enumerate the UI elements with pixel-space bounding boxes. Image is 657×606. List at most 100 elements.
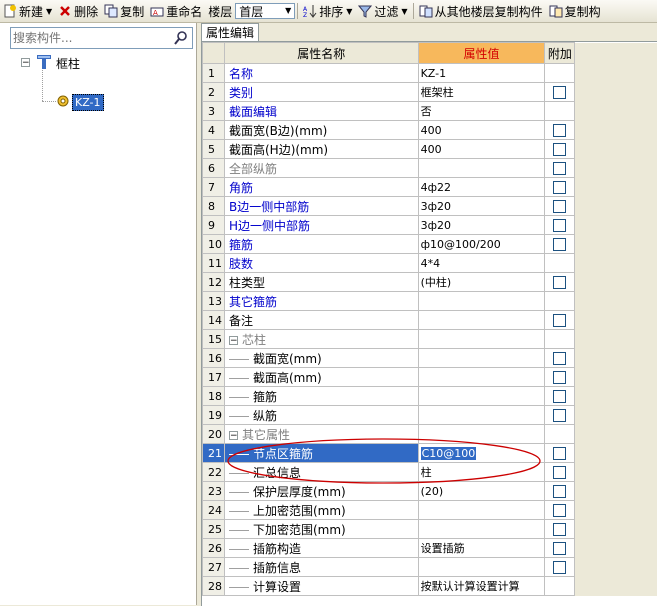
table-row[interactable]: 24上加密范围(mm) (203, 501, 657, 520)
property-value-cell[interactable]: 按默认计算设置计算 (418, 577, 545, 596)
table-row[interactable]: 18箍筋 (203, 387, 657, 406)
property-name-cell[interactable]: 下加密范围(mm) (224, 520, 418, 539)
header-property-value[interactable]: 属性值 (418, 43, 545, 64)
property-name-cell[interactable]: 类别 (224, 83, 418, 102)
table-row[interactable]: 7角筋4ф22 (203, 178, 657, 197)
table-row[interactable]: 5截面高(H边)(mm)400 (203, 140, 657, 159)
extra-checkbox[interactable] (553, 466, 566, 479)
copy-from-floor-button[interactable]: 从其他楼层复制构件 (416, 1, 546, 21)
extra-checkbox[interactable] (553, 542, 566, 555)
property-value-cell[interactable] (418, 159, 545, 178)
table-row[interactable]: 17截面高(mm) (203, 368, 657, 387)
tree-item-kz-1[interactable]: KZ-1 (72, 94, 104, 111)
table-row[interactable]: 9H边一侧中部筋3ф20 (203, 216, 657, 235)
extra-checkbox[interactable] (553, 219, 566, 232)
filter-button[interactable]: 过滤 ▼ (355, 1, 410, 21)
new-button[interactable]: 新建 ▼ (0, 1, 55, 21)
table-row[interactable]: 3截面编辑否 (203, 102, 657, 121)
extra-checkbox[interactable] (553, 238, 566, 251)
table-row[interactable]: 27插筋信息 (203, 558, 657, 577)
property-name-cell[interactable]: 计算设置 (224, 577, 418, 596)
property-name-cell[interactable]: 截面高(mm) (224, 368, 418, 387)
table-row[interactable]: 12柱类型(中柱) (203, 273, 657, 292)
table-row[interactable]: 19纵筋 (203, 406, 657, 425)
extra-checkbox[interactable] (553, 504, 566, 517)
floor-select[interactable]: 首层 ▼ (235, 3, 295, 19)
table-row[interactable]: 16截面宽(mm) (203, 349, 657, 368)
property-value-cell[interactable]: C10@100 (418, 444, 545, 463)
property-value-cell[interactable]: (中柱) (418, 273, 545, 292)
property-name-cell[interactable]: 上加密范围(mm) (224, 501, 418, 520)
property-value-cell[interactable]: (20) (418, 482, 545, 501)
table-row[interactable]: 8B边一侧中部筋3ф20 (203, 197, 657, 216)
property-value-cell[interactable]: 框架柱 (418, 83, 545, 102)
table-row[interactable]: 25下加密范围(mm) (203, 520, 657, 539)
extra-checkbox[interactable] (553, 523, 566, 536)
table-row[interactable]: 28计算设置按默认计算设置计算 (203, 577, 657, 596)
table-row[interactable]: 14备注 (203, 311, 657, 330)
property-value-cell[interactable]: 400 (418, 140, 545, 159)
group-collapse-toggle[interactable]: − (229, 431, 238, 440)
table-row[interactable]: 22汇总信息柱 (203, 463, 657, 482)
property-value-cell[interactable]: ф10@100/200 (418, 235, 545, 254)
property-name-cell[interactable]: H边一侧中部筋 (224, 216, 418, 235)
table-row[interactable]: 13其它箍筋 (203, 292, 657, 311)
property-value-cell[interactable] (418, 368, 545, 387)
table-row[interactable]: 2类别框架柱 (203, 83, 657, 102)
property-name-cell[interactable]: 截面高(H边)(mm) (224, 140, 418, 159)
header-property-name[interactable]: 属性名称 (224, 43, 418, 64)
extra-checkbox[interactable] (553, 86, 566, 99)
property-value-cell[interactable] (418, 292, 545, 311)
search-icon[interactable] (172, 30, 190, 46)
rename-button[interactable]: A 重命名 (147, 1, 205, 21)
property-value-cell[interactable]: 设置插筋 (418, 539, 545, 558)
extra-checkbox[interactable] (553, 143, 566, 156)
property-name-cell[interactable]: 其它箍筋 (224, 292, 418, 311)
copy-button[interactable]: 复制 (101, 1, 147, 21)
extra-checkbox[interactable] (553, 276, 566, 289)
property-value-cell[interactable] (418, 330, 545, 349)
extra-checkbox[interactable] (553, 124, 566, 137)
property-name-cell[interactable]: 纵筋 (224, 406, 418, 425)
property-value-cell[interactable] (418, 425, 545, 444)
table-row[interactable]: 21节点区箍筋C10@100 (203, 444, 657, 463)
extra-checkbox[interactable] (553, 314, 566, 327)
property-value-cell[interactable]: KZ-1 (418, 64, 545, 83)
property-value-cell[interactable] (418, 349, 545, 368)
extra-checkbox[interactable] (553, 371, 566, 384)
extra-checkbox[interactable] (553, 409, 566, 422)
property-name-cell[interactable]: 截面宽(mm) (224, 349, 418, 368)
property-name-cell[interactable]: −芯柱 (224, 330, 418, 349)
property-name-cell[interactable]: 截面编辑 (224, 102, 418, 121)
property-name-cell[interactable]: 肢数 (224, 254, 418, 273)
extra-checkbox[interactable] (553, 162, 566, 175)
delete-button[interactable]: 删除 (55, 1, 101, 21)
property-name-cell[interactable]: 名称 (224, 64, 418, 83)
extra-checkbox[interactable] (553, 447, 566, 460)
property-name-cell[interactable]: 保护层厚度(mm) (224, 482, 418, 501)
property-name-cell[interactable]: 箍筋 (224, 235, 418, 254)
property-name-cell[interactable]: −其它属性 (224, 425, 418, 444)
tree-collapse-toggle[interactable]: − (21, 58, 30, 67)
copy-from-button[interactable]: 复制构 (546, 1, 604, 21)
property-value-cell[interactable] (418, 558, 545, 577)
table-row[interactable]: 4截面宽(B边)(mm)400 (203, 121, 657, 140)
group-collapse-toggle[interactable]: − (229, 336, 238, 345)
property-value-cell[interactable]: 3ф20 (418, 197, 545, 216)
property-value-cell[interactable] (418, 311, 545, 330)
property-name-cell[interactable]: 全部纵筋 (224, 159, 418, 178)
extra-checkbox[interactable] (553, 485, 566, 498)
property-name-cell[interactable]: B边一侧中部筋 (224, 197, 418, 216)
property-value-cell[interactable] (418, 520, 545, 539)
property-name-cell[interactable]: 插筋构造 (224, 539, 418, 558)
property-value-cell[interactable]: 否 (418, 102, 545, 121)
property-value-cell[interactable]: 柱 (418, 463, 545, 482)
table-row[interactable]: 11肢数4*4 (203, 254, 657, 273)
extra-checkbox[interactable] (553, 181, 566, 194)
header-extra[interactable]: 附加 (545, 43, 575, 64)
extra-checkbox[interactable] (553, 561, 566, 574)
table-row[interactable]: 10箍筋ф10@100/200 (203, 235, 657, 254)
property-name-cell[interactable]: 箍筋 (224, 387, 418, 406)
property-name-cell[interactable]: 截面宽(B边)(mm) (224, 121, 418, 140)
property-name-cell[interactable]: 备注 (224, 311, 418, 330)
